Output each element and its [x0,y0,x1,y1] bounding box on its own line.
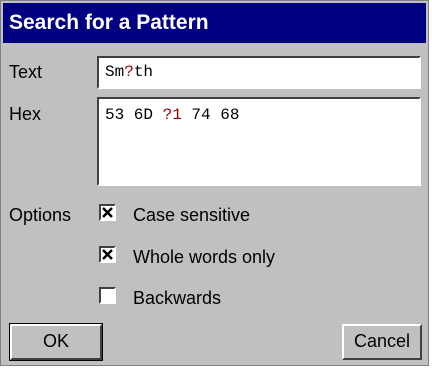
case-sensitive-checkbox[interactable] [99,204,116,221]
check-x-icon [102,249,113,260]
whole-words-checkbox[interactable] [99,246,116,263]
hex-input-value: 53 6D ?1 74 68 [105,106,240,124]
options-label: Options [9,205,72,225]
whole-words-label[interactable]: Whole words only [133,247,275,268]
text-label: Text [9,62,43,82]
backwards-label[interactable]: Backwards [133,288,221,309]
case-sensitive-label[interactable]: Case sensitive [133,205,250,226]
text-input[interactable]: Sm?th [97,56,421,89]
hex-input[interactable]: 53 6D ?1 74 68 [97,97,421,186]
hex-label: Hex [9,104,42,124]
text-input-value: Sm?th [105,63,154,81]
ok-button[interactable]: OK [9,323,103,361]
cancel-button[interactable]: Cancel [342,324,422,360]
search-pattern-dialog: Search for a Pattern Text Sm?th Hex 53 6… [0,0,429,366]
backwards-checkbox[interactable] [99,287,116,304]
dialog-title: Search for a Pattern [3,3,426,43]
check-x-icon [102,207,113,218]
